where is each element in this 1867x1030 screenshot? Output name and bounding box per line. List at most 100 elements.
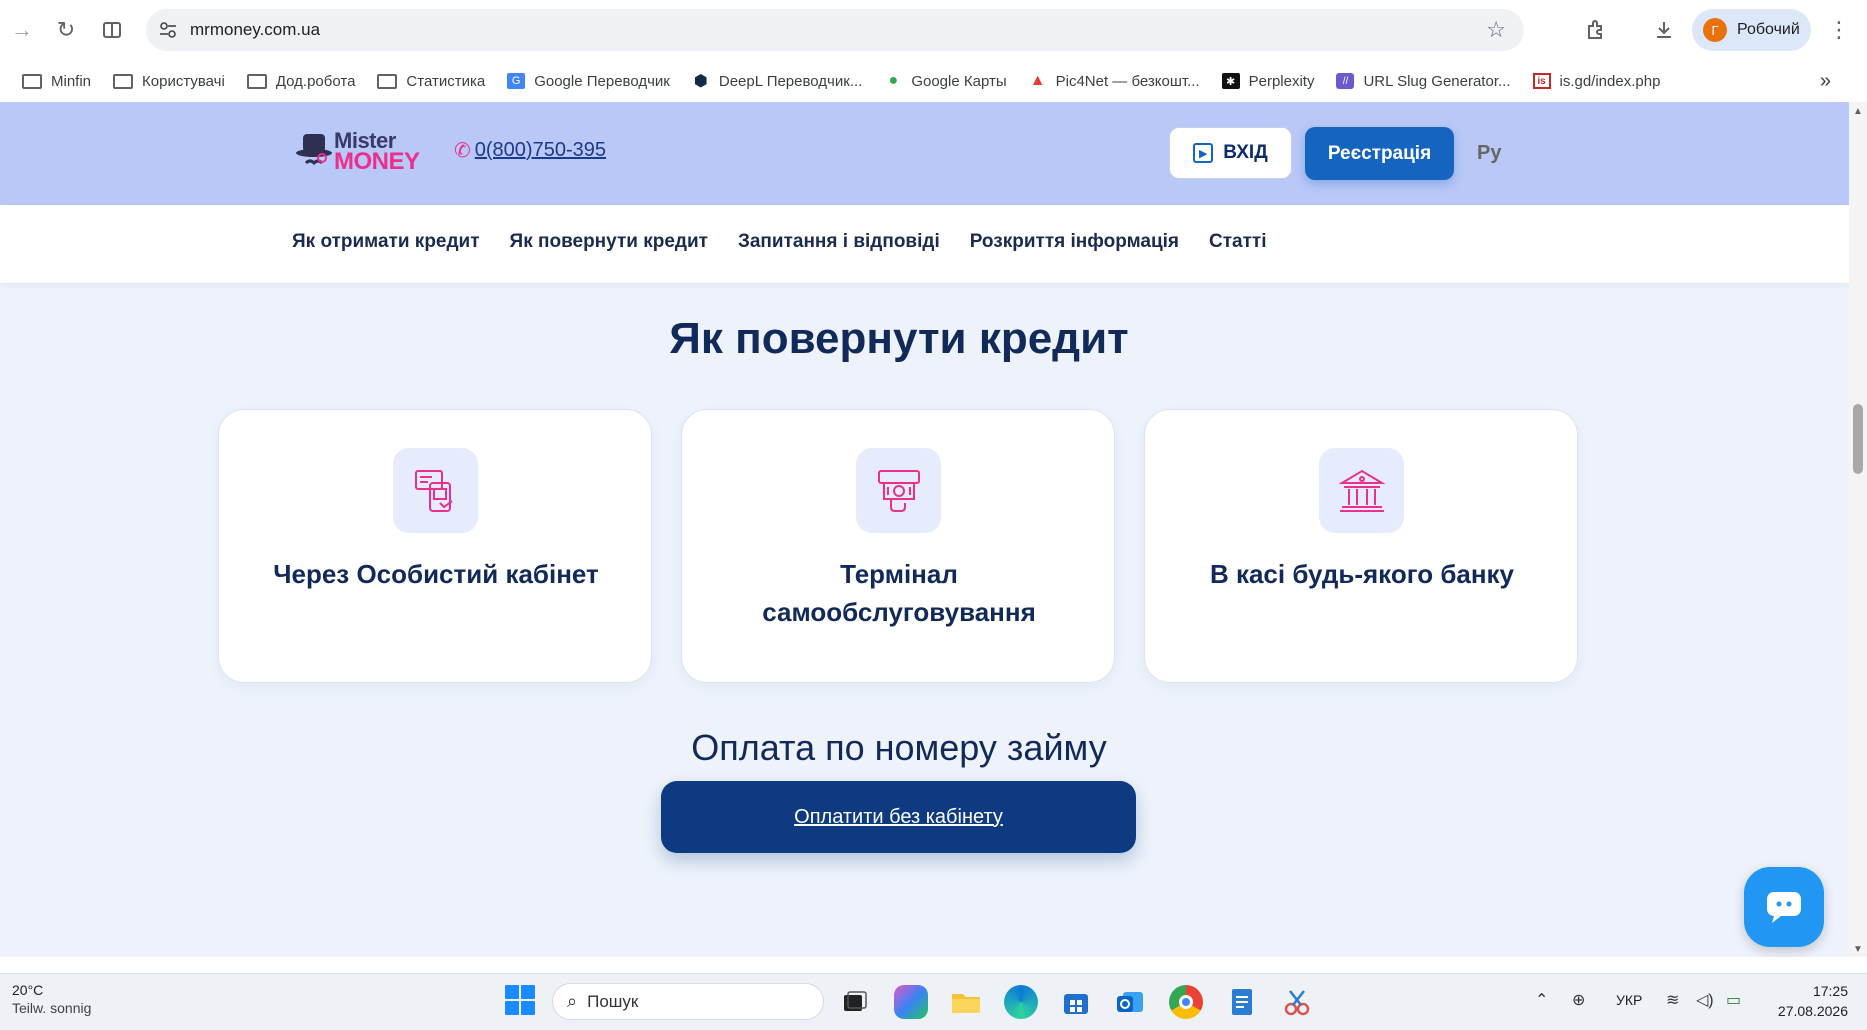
folder-icon <box>377 73 398 89</box>
bookmark-users[interactable]: Користувачі <box>113 73 225 90</box>
nav-articles[interactable]: Статті <box>1209 231 1266 253</box>
bookmark-google-maps[interactable]: ● Google Карты <box>884 72 1006 90</box>
bookmark-deepl[interactable]: ⬢ DeepL Переводчик... <box>692 73 862 91</box>
scrollbar-thumb[interactable] <box>1853 404 1863 474</box>
microsoft-store-icon[interactable] <box>1059 985 1093 1019</box>
pay-by-loan-title: Оплата по номеру займу <box>691 727 1107 768</box>
bank-icon <box>1319 448 1404 533</box>
bookmark-url-slug[interactable]: //URL Slug Generator... <box>1336 73 1511 90</box>
page-viewport: Mister MONEY ✆ 0(800)750-395 ▶ ВХІД Реєс… <box>0 102 1849 957</box>
nav-repay-credit[interactable]: Як повернути кредит <box>510 231 708 253</box>
pic4net-icon: ▲ <box>1029 72 1046 89</box>
wifi-icon[interactable]: ≋ <box>1666 990 1679 1010</box>
site-logo[interactable]: Mister MONEY <box>290 126 430 182</box>
profile-avatar: Г <box>1703 18 1727 42</box>
split-view-icon[interactable] <box>90 8 134 52</box>
microsoft-365-icon[interactable] <box>894 985 928 1019</box>
volume-icon[interactable]: ◁) <box>1696 990 1714 1010</box>
address-bar[interactable]: mrmoney.com.ua ☆ <box>146 9 1524 51</box>
card-title: Через Особистий кабінет <box>273 559 599 589</box>
isgd-icon: is <box>1532 73 1551 89</box>
weather-description: Teilw. sonnig <box>12 1000 92 1016</box>
card-terminal[interactable]: Термінал самообслуговування <box>681 409 1115 683</box>
login-label: ВХІД <box>1223 142 1268 163</box>
clock-time: 17:25 <box>1812 983 1848 999</box>
nav-disclosure[interactable]: Розкриття інформація <box>970 231 1179 253</box>
extensions-icon[interactable] <box>1578 8 1614 52</box>
input-language[interactable]: УКР <box>1616 992 1642 1008</box>
bookmark-star-icon[interactable]: ☆ <box>1486 17 1506 43</box>
page-scrollbar[interactable]: ▲ ▼ <box>1849 102 1867 957</box>
weather-widget[interactable]: 20°C Teilw. sonnig <box>12 982 91 1016</box>
folder-icon <box>113 73 134 89</box>
register-label: Реєстрація <box>1327 142 1432 164</box>
network-status-icon[interactable]: ⊕ <box>1572 990 1585 1010</box>
download-icon[interactable] <box>1646 8 1682 52</box>
login-button[interactable]: ▶ ВХІД <box>1169 127 1292 179</box>
bookmarks-overflow-icon[interactable]: » <box>1820 70 1831 93</box>
site-nav: Як отримати кредит Як повернути кредит З… <box>0 205 1849 283</box>
deepl-icon: ⬢ <box>693 73 708 90</box>
phone-icon: ✆ <box>454 140 471 162</box>
browser-toolbar: → ↻ mrmoney.com.ua ☆ Г Робочий ⋮ <box>0 0 1867 60</box>
notepad-icon[interactable] <box>1225 985 1259 1019</box>
folder-icon <box>246 73 267 89</box>
language-switch[interactable]: Ру <box>1477 142 1501 165</box>
pay-without-account-button[interactable]: Оплатити без кабінету <box>661 781 1136 853</box>
windows-start-icon[interactable] <box>505 985 535 1015</box>
register-button[interactable]: Реєстрація <box>1305 127 1454 180</box>
scroll-down-icon[interactable]: ▼ <box>1853 944 1863 955</box>
profile-name: Робочий <box>1737 21 1800 38</box>
taskbar-clock[interactable]: 17:25 27.08.2026 <box>1770 983 1848 1019</box>
chat-widget-button[interactable] <box>1744 867 1824 947</box>
phone-number[interactable]: 0(800)750-395 <box>475 139 606 162</box>
login-icon: ▶ <box>1193 143 1214 163</box>
bookmark-google-translate[interactable]: G Google Переводчик <box>507 73 670 90</box>
google-maps-icon: ● <box>888 72 899 89</box>
outlook-icon[interactable] <box>1113 985 1147 1019</box>
phone-link[interactable]: ✆ 0(800)750-395 <box>454 138 606 163</box>
bookmark-extra-work[interactable]: Дод.робота <box>246 73 355 90</box>
scroll-up-icon[interactable]: ▲ <box>1853 106 1863 117</box>
nav-get-credit[interactable]: Як отримати кредит <box>292 231 480 253</box>
bookmark-isgd[interactable]: is is.gd/index.php <box>1532 73 1660 90</box>
card-title: В касі будь-якого банку <box>1209 559 1515 589</box>
card-bank-cash[interactable]: В касі будь-якого банку <box>1144 409 1578 683</box>
weather-temperature: 20°C <box>12 982 44 998</box>
atm-terminal-icon <box>856 448 941 533</box>
taskbar-search[interactable]: ⌕ Пошук <box>552 983 824 1020</box>
menu-dots-icon[interactable]: ⋮ <box>1824 8 1854 52</box>
bookmarks-bar: Minfin Користувачі Дод.робота Статистика… <box>0 60 1867 102</box>
search-placeholder: Пошук <box>587 991 639 1011</box>
hat-logo-icon <box>296 134 332 166</box>
profile-button[interactable]: Г Робочий <box>1692 9 1811 51</box>
chrome-browser-icon[interactable] <box>1169 985 1203 1019</box>
edge-browser-icon[interactable] <box>1004 985 1038 1019</box>
google-translate-icon: G <box>507 73 526 89</box>
url-slug-icon: // <box>1336 73 1355 89</box>
bookmark-pic4net[interactable]: ▲ Pic4Net — безкошт... <box>1029 72 1200 90</box>
folder-icon <box>22 73 42 89</box>
chat-icon <box>1767 892 1801 923</box>
taskbar: 20°C Teilw. sonnig ⌕ Пошук ⌃ ⊕ УКР ≋ ◁) … <box>0 973 1867 1030</box>
search-icon: ⌕ <box>567 991 578 1011</box>
battery-icon[interactable]: ▭ <box>1726 990 1741 1010</box>
bookmark-minfin[interactable]: Minfin <box>22 73 91 90</box>
url-text[interactable]: mrmoney.com.ua <box>190 20 320 40</box>
tray-expand-icon[interactable]: ⌃ <box>1535 990 1548 1010</box>
bookmark-perplexity[interactable]: ✱ Perplexity <box>1221 73 1314 90</box>
file-explorer-icon[interactable] <box>949 985 983 1019</box>
bookmark-statistics[interactable]: Статистика <box>377 73 485 90</box>
site-header: Mister MONEY ✆ 0(800)750-395 ▶ ВХІД Реєс… <box>0 102 1849 205</box>
phone-payment-icon <box>393 448 478 533</box>
perplexity-icon: ✱ <box>1221 73 1240 89</box>
card-title: Термінал самообслуговування <box>762 559 1036 627</box>
site-settings-icon[interactable] <box>146 22 190 38</box>
task-view-icon[interactable] <box>838 985 872 1019</box>
card-personal-account[interactable]: Через Особистий кабінет <box>218 409 652 683</box>
forward-icon[interactable]: → <box>0 8 44 52</box>
nav-faq[interactable]: Запитання і відповіді <box>738 231 940 253</box>
snipping-tool-icon[interactable] <box>1280 985 1314 1019</box>
reload-icon[interactable]: ↻ <box>44 8 88 52</box>
logo-text-bottom: MONEY <box>334 148 420 175</box>
